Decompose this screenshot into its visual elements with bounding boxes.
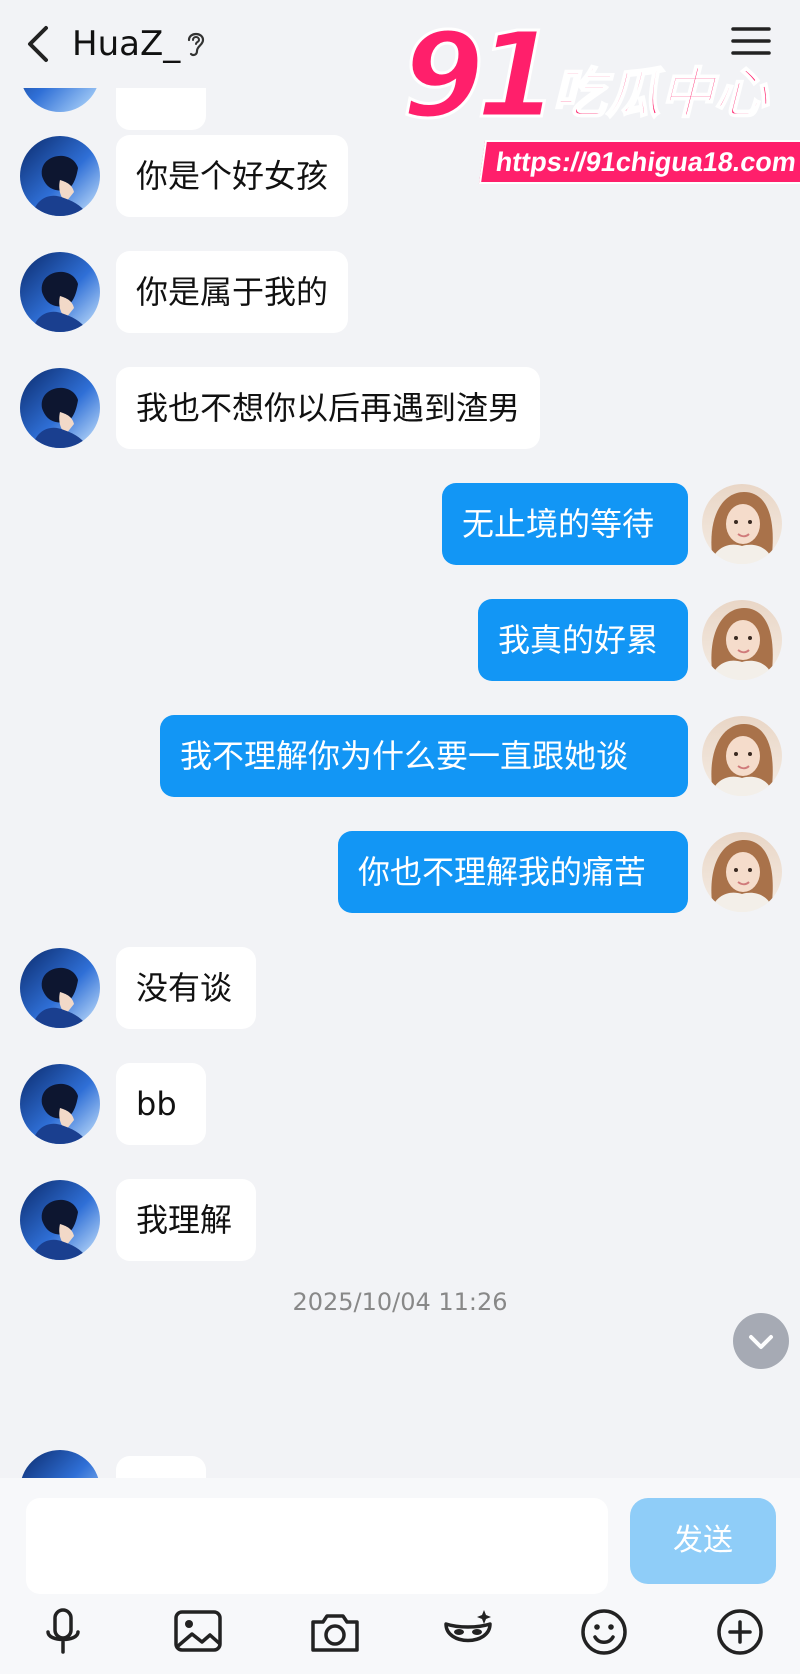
message-input[interactable] xyxy=(26,1498,608,1594)
incoming-message[interactable]: 你是属于我的 xyxy=(116,251,348,333)
contact-avatar[interactable] xyxy=(20,1180,100,1260)
watermark-url: https://91chigua18.com xyxy=(478,140,800,184)
watermark-number: 91 xyxy=(400,6,559,144)
outgoing-message[interactable]: 无止境的等待 xyxy=(442,483,688,565)
my-avatar[interactable] xyxy=(702,600,782,680)
plus-icon xyxy=(717,1609,763,1655)
emoji-icon xyxy=(581,1609,627,1655)
contact-avatar[interactable] xyxy=(20,1064,100,1144)
incoming-message[interactable]: 没有谈 xyxy=(116,947,256,1029)
outgoing-message[interactable]: 我不理解你为什么要一直跟她谈 xyxy=(160,715,688,797)
image-button[interactable] xyxy=(168,1602,228,1662)
incoming-message[interactable]: 我也不想你以后再遇到渣男 xyxy=(116,367,540,449)
my-avatar[interactable] xyxy=(702,716,782,796)
contact-avatar[interactable] xyxy=(20,1450,100,1478)
contact-avatar[interactable] xyxy=(20,252,100,332)
message-timestamp: 2025/10/04 11:26 xyxy=(292,1288,508,1316)
image-icon xyxy=(174,1610,222,1652)
incoming-message[interactable]: 你是个好女孩 xyxy=(116,135,348,217)
ear-icon[interactable] xyxy=(184,28,208,60)
disguise-mask-icon xyxy=(444,1610,492,1643)
chevron-down-icon xyxy=(749,1335,773,1349)
message-list[interactable]: 你是个好女孩 你是属于我的我也不想你以后再遇到渣男无止境的等待我真的好累我不理解你… xyxy=(0,88,800,1478)
contact-avatar[interactable] xyxy=(20,368,100,448)
incoming-message[interactable]: 我理解 xyxy=(116,1179,256,1261)
my-avatar[interactable] xyxy=(702,484,782,564)
plus-button[interactable] xyxy=(710,1602,770,1662)
mic-icon xyxy=(46,1608,80,1654)
my-avatar[interactable] xyxy=(702,832,782,912)
outgoing-message[interactable]: 我真的好累 xyxy=(478,599,688,681)
watermark-logo: 91 吃瓜中心 https://91chigua18.com xyxy=(400,6,800,184)
contact-name[interactable]: HuaZ_ xyxy=(72,22,180,66)
input-toolbar xyxy=(0,1602,800,1674)
scroll-to-bottom-button[interactable] xyxy=(733,1313,789,1369)
input-area: 发送 xyxy=(0,1478,800,1674)
contact-avatar[interactable] xyxy=(20,136,100,216)
contact-avatar[interactable] xyxy=(20,948,100,1028)
message-bubble-partial xyxy=(116,1456,206,1478)
outgoing-message[interactable]: 你也不理解我的痛苦 xyxy=(338,831,688,913)
emoji-button[interactable] xyxy=(574,1602,634,1662)
camera-button[interactable] xyxy=(305,1602,365,1662)
disguise-mask-button[interactable] xyxy=(438,1602,498,1662)
contact-avatar[interactable] xyxy=(20,88,100,112)
incoming-message[interactable]: bb xyxy=(116,1063,206,1145)
chevron-left-icon xyxy=(28,26,48,62)
back-button[interactable] xyxy=(20,22,60,66)
message-bubble-partial xyxy=(116,88,206,130)
camera-icon xyxy=(311,1614,359,1652)
watermark-text: 吃瓜中心 xyxy=(551,62,769,125)
send-button[interactable]: 发送 xyxy=(630,1498,776,1584)
mic-button[interactable] xyxy=(33,1602,93,1662)
